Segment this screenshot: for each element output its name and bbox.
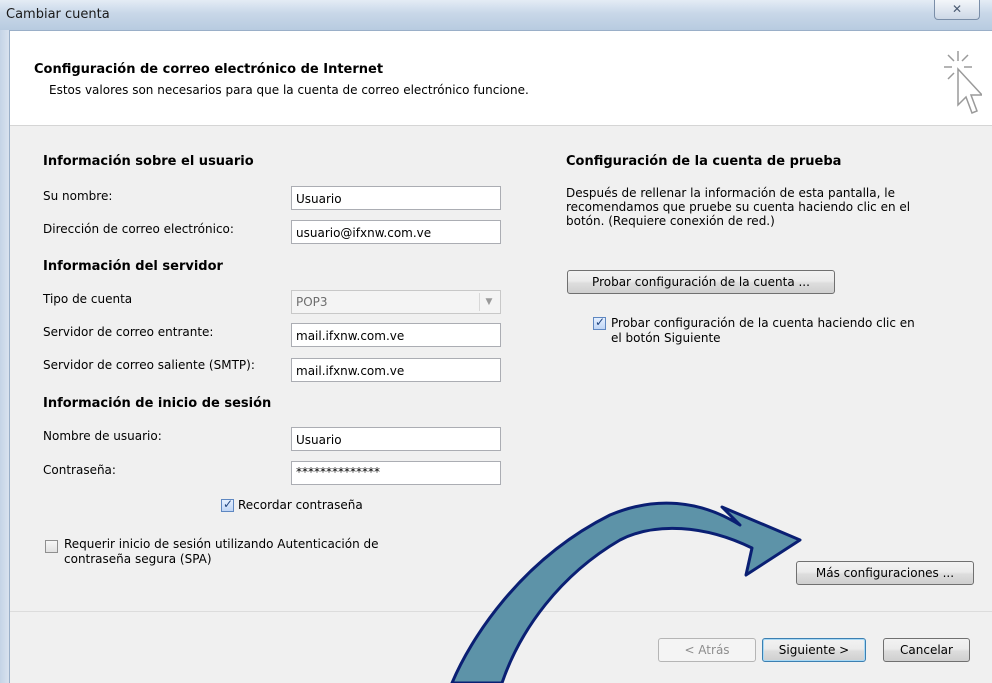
close-button[interactable]: ✕ — [934, 0, 980, 20]
auto-test-label-line1: Probar configuración de la cuenta hacien… — [611, 316, 915, 330]
chevron-down-icon: ▼ — [479, 293, 498, 311]
login-info-heading: Información de inicio de sesión — [43, 396, 272, 411]
password-field[interactable]: ************** — [291, 461, 501, 485]
email-label: Dirección de correo electrónico: — [43, 222, 234, 236]
account-type-value: POP3 — [296, 295, 328, 309]
auto-test-checkbox[interactable]: ✓ — [593, 315, 606, 330]
window-frame-left — [0, 30, 10, 683]
window-title: Cambiar cuenta — [6, 7, 110, 22]
test-description-line2: recomendamos que pruebe su cuenta hacien… — [566, 200, 911, 214]
remember-password-checkbox[interactable]: ✓ — [221, 497, 234, 512]
footer-divider — [10, 611, 992, 612]
outgoing-server-label: Servidor de correo saliente (SMTP): — [43, 358, 255, 372]
more-settings-button[interactable]: Más configuraciones ... — [796, 561, 974, 585]
account-type-label: Tipo de cuenta — [43, 292, 133, 306]
username-field[interactable]: Usuario — [291, 427, 501, 451]
incoming-server-field[interactable]: mail.ifxnw.com.ve — [291, 323, 501, 347]
account-type-select[interactable]: POP3 ▼ — [291, 290, 501, 314]
header-subtitle: Estos valores son necesarios para que la… — [49, 83, 529, 97]
cursor-sparkle-icon — [944, 51, 982, 114]
title-bar[interactable]: Cambiar cuenta ✕ — [0, 0, 992, 31]
spa-checkbox[interactable] — [45, 540, 58, 553]
test-settings-heading: Configuración de la cuenta de prueba — [566, 154, 842, 169]
incoming-server-label: Servidor de correo entrante: — [43, 325, 214, 339]
name-field[interactable]: Usuario — [291, 186, 501, 210]
header-title: Configuración de correo electrónico de I… — [34, 62, 384, 77]
dialog-window: Cambiar cuenta ✕ Configuración de correo… — [0, 0, 992, 683]
username-label: Nombre de usuario: — [43, 429, 162, 443]
test-description-line1: Después de rellenar la información de es… — [566, 186, 895, 200]
back-button[interactable]: < Atrás — [658, 638, 756, 662]
auto-test-label-line2: el botón Siguiente — [611, 331, 721, 345]
password-label: Contraseña: — [43, 463, 116, 477]
server-info-heading: Información del servidor — [43, 259, 223, 274]
email-field[interactable]: usuario@ifxnw.com.ve — [291, 220, 501, 244]
remember-password-label: Recordar contraseña — [238, 498, 363, 512]
test-description-line3: botón. (Requiere conexión de red.) — [566, 214, 775, 228]
outgoing-server-field[interactable]: mail.ifxnw.com.ve — [291, 358, 501, 382]
cancel-button[interactable]: Cancelar — [883, 638, 970, 662]
next-button[interactable]: Siguiente > — [762, 638, 866, 662]
name-label: Su nombre: — [43, 189, 113, 203]
check-icon: ✓ — [223, 497, 234, 511]
close-icon: ✕ — [951, 2, 963, 16]
spa-label-line2: contraseña segura (SPA) — [64, 552, 212, 566]
dialog-header: Configuración de correo electrónico de I… — [10, 31, 992, 126]
check-icon: ✓ — [595, 315, 606, 329]
test-account-button[interactable]: Probar configuración de la cuenta ... — [567, 270, 835, 294]
user-info-heading: Información sobre el usuario — [43, 154, 254, 169]
spa-label-line1: Requerir inicio de sesión utilizando Aut… — [64, 537, 379, 551]
